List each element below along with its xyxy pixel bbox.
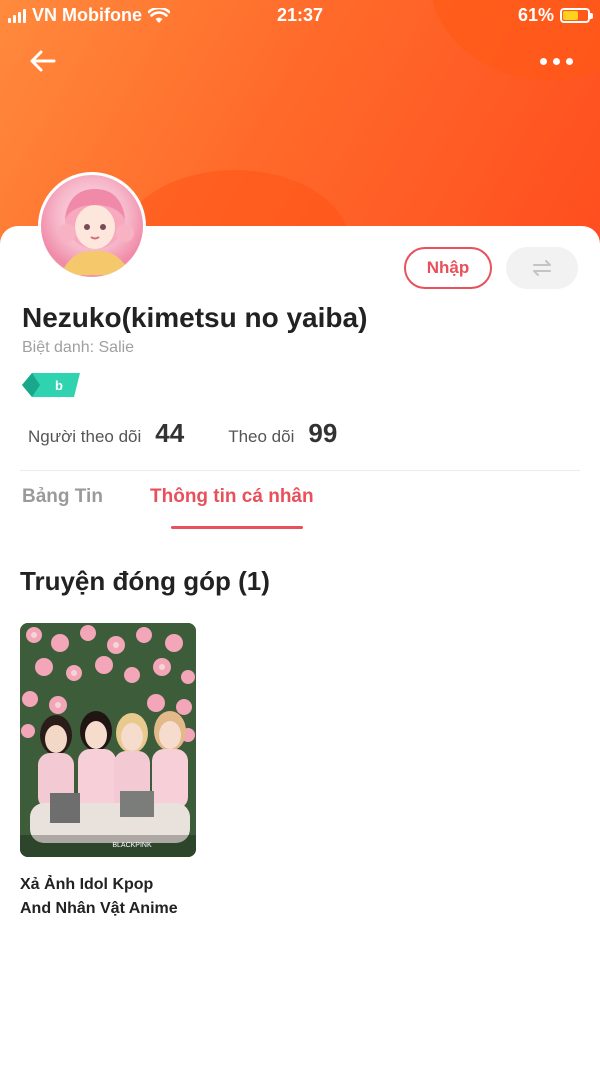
battery-icon [560,8,593,23]
tab-personal-info[interactable]: Thông tin cá nhân [150,486,314,508]
cover-illustration: BLACKPINK [20,623,196,857]
badge-icon: b [22,373,80,397]
cover-watermark: BLACKPINK [112,842,152,849]
story-title-line2: And Nhân Vật Anime [20,900,178,917]
following-label[interactable]: Theo dõi [228,427,294,447]
divider [20,470,580,471]
status-right: 61% [517,5,593,26]
level-badge: b [22,373,80,397]
badge-text: b [55,378,63,393]
contributions-title: Truyện đóng góp (1) [20,566,270,596]
follow-stats: Người theo dõi 44 Theo dõi 99 [28,418,337,449]
tab-feed[interactable]: Bảng Tin [22,486,103,508]
nickname-text: Biệt danh: Salie [22,339,135,356]
clock: 21:37 [276,5,324,25]
avatar[interactable] [38,172,146,280]
story-card[interactable]: BLACKPINK Xả Ảnh Idol Kpop And Nhân Vật … [20,623,196,921]
story-title[interactable]: Xả Ảnh Idol Kpop And Nhân Vật Anime [20,873,196,921]
followers-count[interactable]: 44 [155,418,184,449]
profile-name: Nezuko(kimetsu no yaiba) [22,302,368,333]
profile-nickname: Biệt danh: Salie [22,339,134,357]
back-button[interactable] [26,44,60,78]
following-count[interactable]: 99 [308,418,337,449]
profile-tabs: Bảng Tin Thông tin cá nhân [0,486,600,530]
swap-button[interactable] [506,247,578,289]
story-title-line1: Xả Ảnh Idol Kpop [20,876,154,893]
follow-button[interactable]: Nhập [404,247,492,289]
swap-arrows-icon [533,260,551,276]
more-dots-icon [539,57,547,65]
story-cover-image[interactable]: BLACKPINK [20,623,196,857]
more-options-button[interactable] [536,48,576,74]
active-tab-indicator [171,526,303,529]
followers-label[interactable]: Người theo dõi [28,427,141,447]
status-bar: VN Mobifone 21:37 61% [0,0,600,32]
arrow-left-icon [30,50,56,72]
battery-percent: 61% [517,5,554,25]
